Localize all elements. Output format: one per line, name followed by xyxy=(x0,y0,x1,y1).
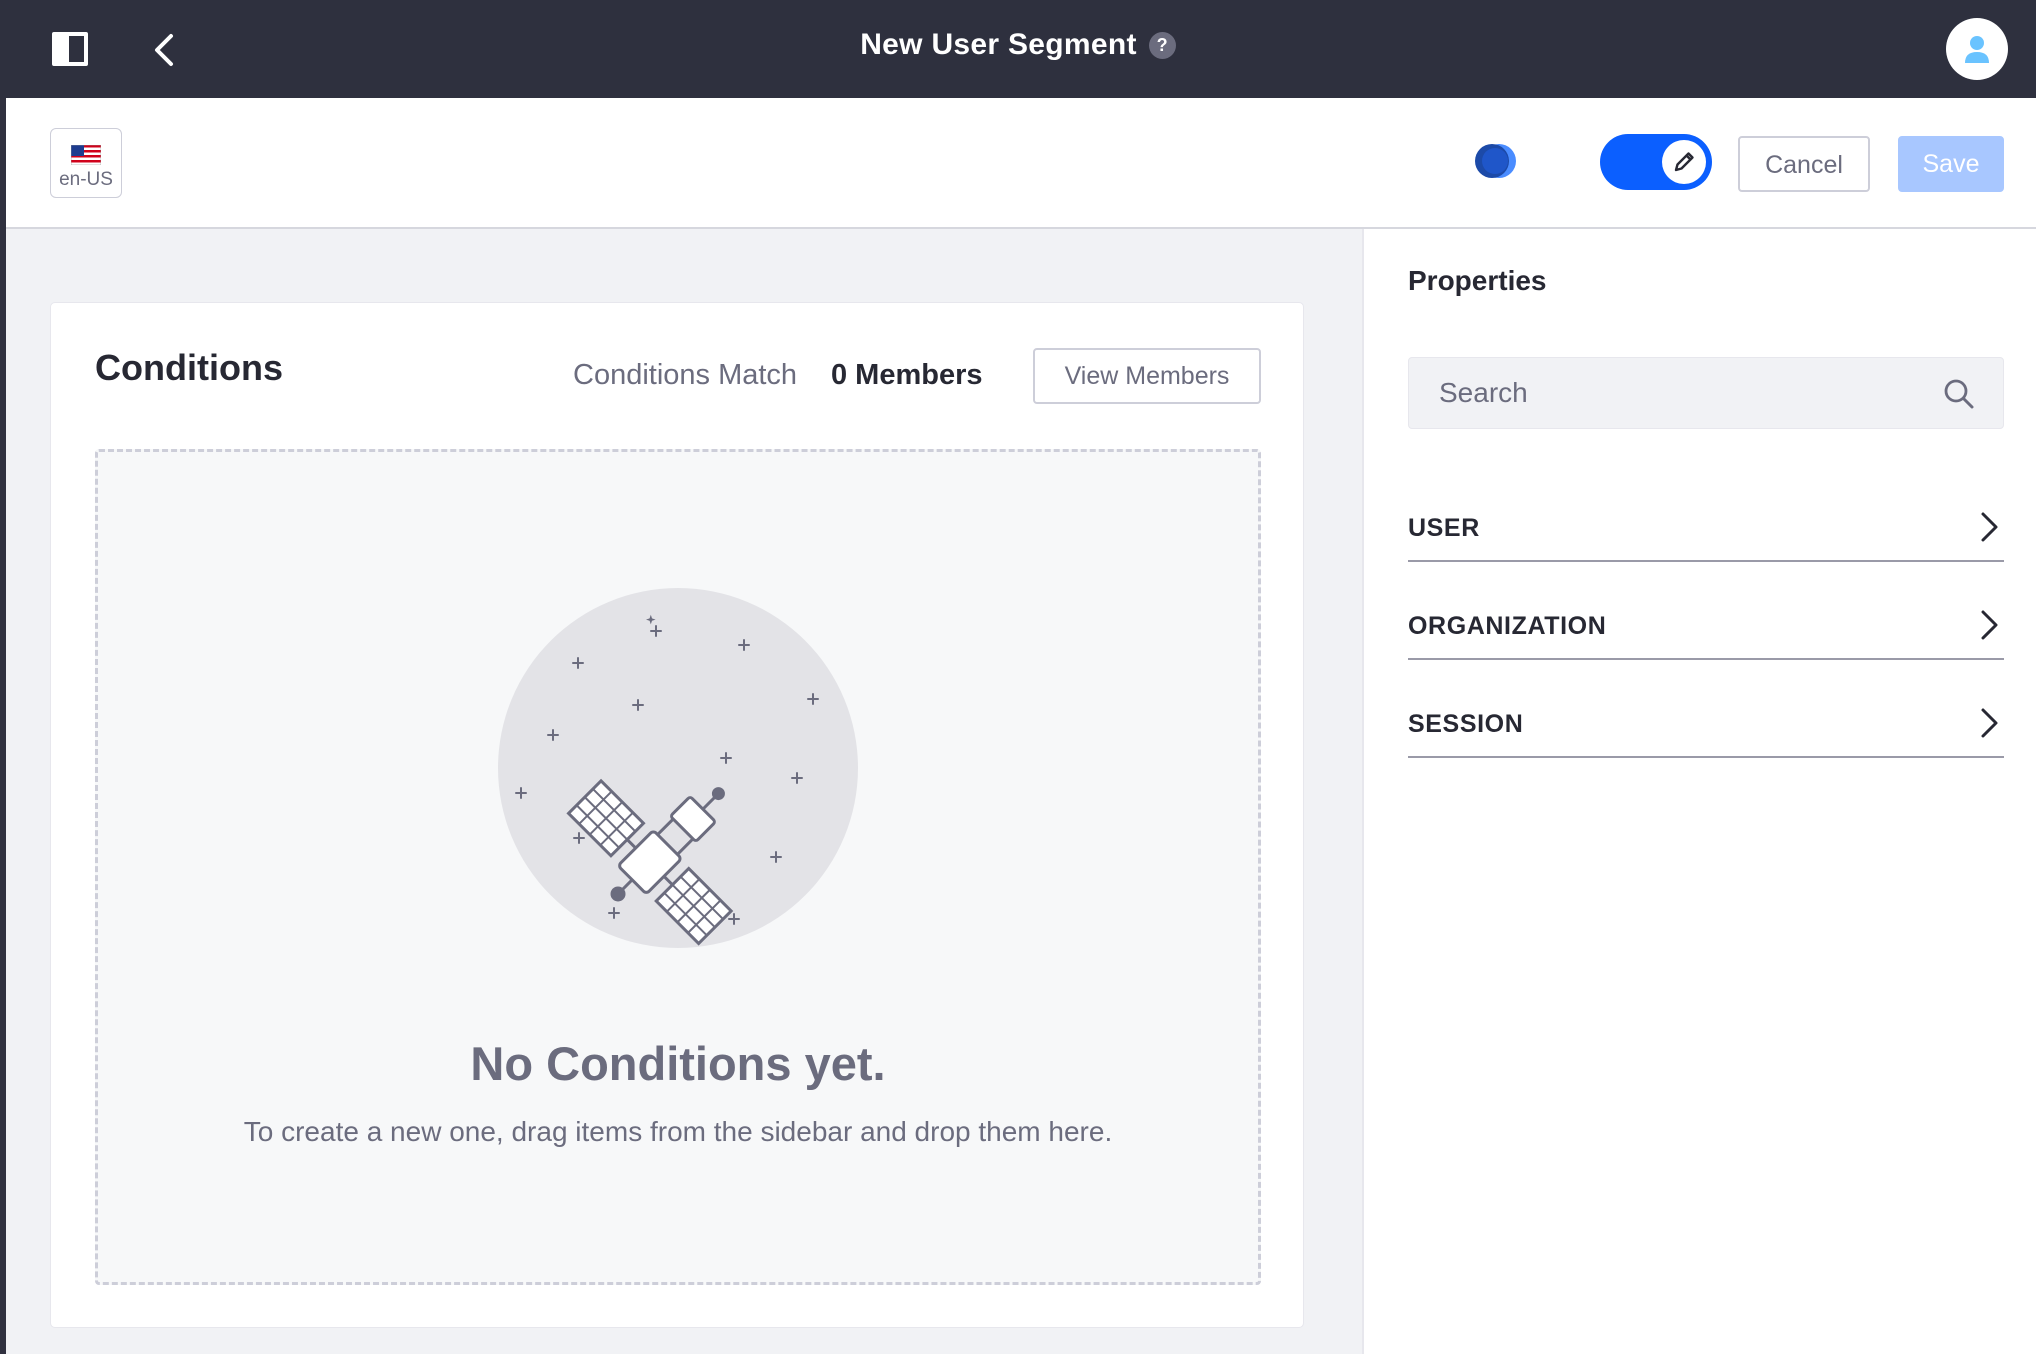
page-title-wrap: New User Segment? xyxy=(0,28,2036,62)
panel-label-session: SESSION xyxy=(1408,710,1524,738)
conditions-card: Conditions Conditions Match 0 Members Vi… xyxy=(50,302,1304,1328)
panel-user[interactable]: USER xyxy=(1408,492,2004,562)
locale-selector-button[interactable]: en-US xyxy=(50,128,122,198)
save-button[interactable]: Save xyxy=(1898,136,2004,192)
user-avatar-icon xyxy=(1965,36,1989,63)
management-toolbar: en-US Cancel Save xyxy=(6,98,2036,229)
panel-organization[interactable]: ORGANIZATION xyxy=(1408,590,2004,660)
pencil-icon xyxy=(1674,152,1694,172)
properties-sidebar: Properties USER ORGANIZATION SESSION xyxy=(1362,229,2036,1354)
conditions-title: Conditions xyxy=(95,347,283,388)
us-flag-icon xyxy=(71,145,101,165)
top-navigation-bar: New User Segment? xyxy=(0,0,2036,98)
panel-session[interactable]: SESSION xyxy=(1408,688,2004,758)
satellite-illustration xyxy=(498,588,858,948)
page-title: New User Segment xyxy=(860,28,1137,61)
properties-search-box xyxy=(1408,357,2004,429)
member-count: 0 Members xyxy=(831,359,983,391)
toggle-knob xyxy=(1662,140,1706,184)
user-avatar[interactable] xyxy=(1946,18,2008,80)
chevron-right-icon xyxy=(1981,708,1998,738)
properties-title: Properties xyxy=(1408,265,1547,296)
search-icon[interactable] xyxy=(1943,378,1975,410)
empty-state-title: No Conditions yet. xyxy=(470,1037,886,1090)
panel-label-user: USER xyxy=(1408,514,1480,542)
panel-label-organization: ORGANIZATION xyxy=(1408,612,1607,640)
conditions-dropzone[interactable]: No Conditions yet. To create a new one, … xyxy=(95,449,1261,1285)
chevron-right-icon xyxy=(1981,610,1998,640)
conditions-match-label: Conditions Match xyxy=(573,359,798,391)
locale-label: en-US xyxy=(59,169,113,190)
view-members-button[interactable]: View Members xyxy=(1033,348,1261,404)
edit-mode-toggle[interactable] xyxy=(1600,134,1712,190)
chevron-right-icon xyxy=(1981,512,1998,542)
properties-search-input[interactable] xyxy=(1409,358,2003,428)
cancel-button[interactable]: Cancel xyxy=(1738,136,1870,192)
help-icon[interactable]: ? xyxy=(1148,32,1176,59)
experience-icon[interactable] xyxy=(1470,140,1520,182)
empty-state-description: To create a new one, drag items from the… xyxy=(243,1116,1113,1147)
